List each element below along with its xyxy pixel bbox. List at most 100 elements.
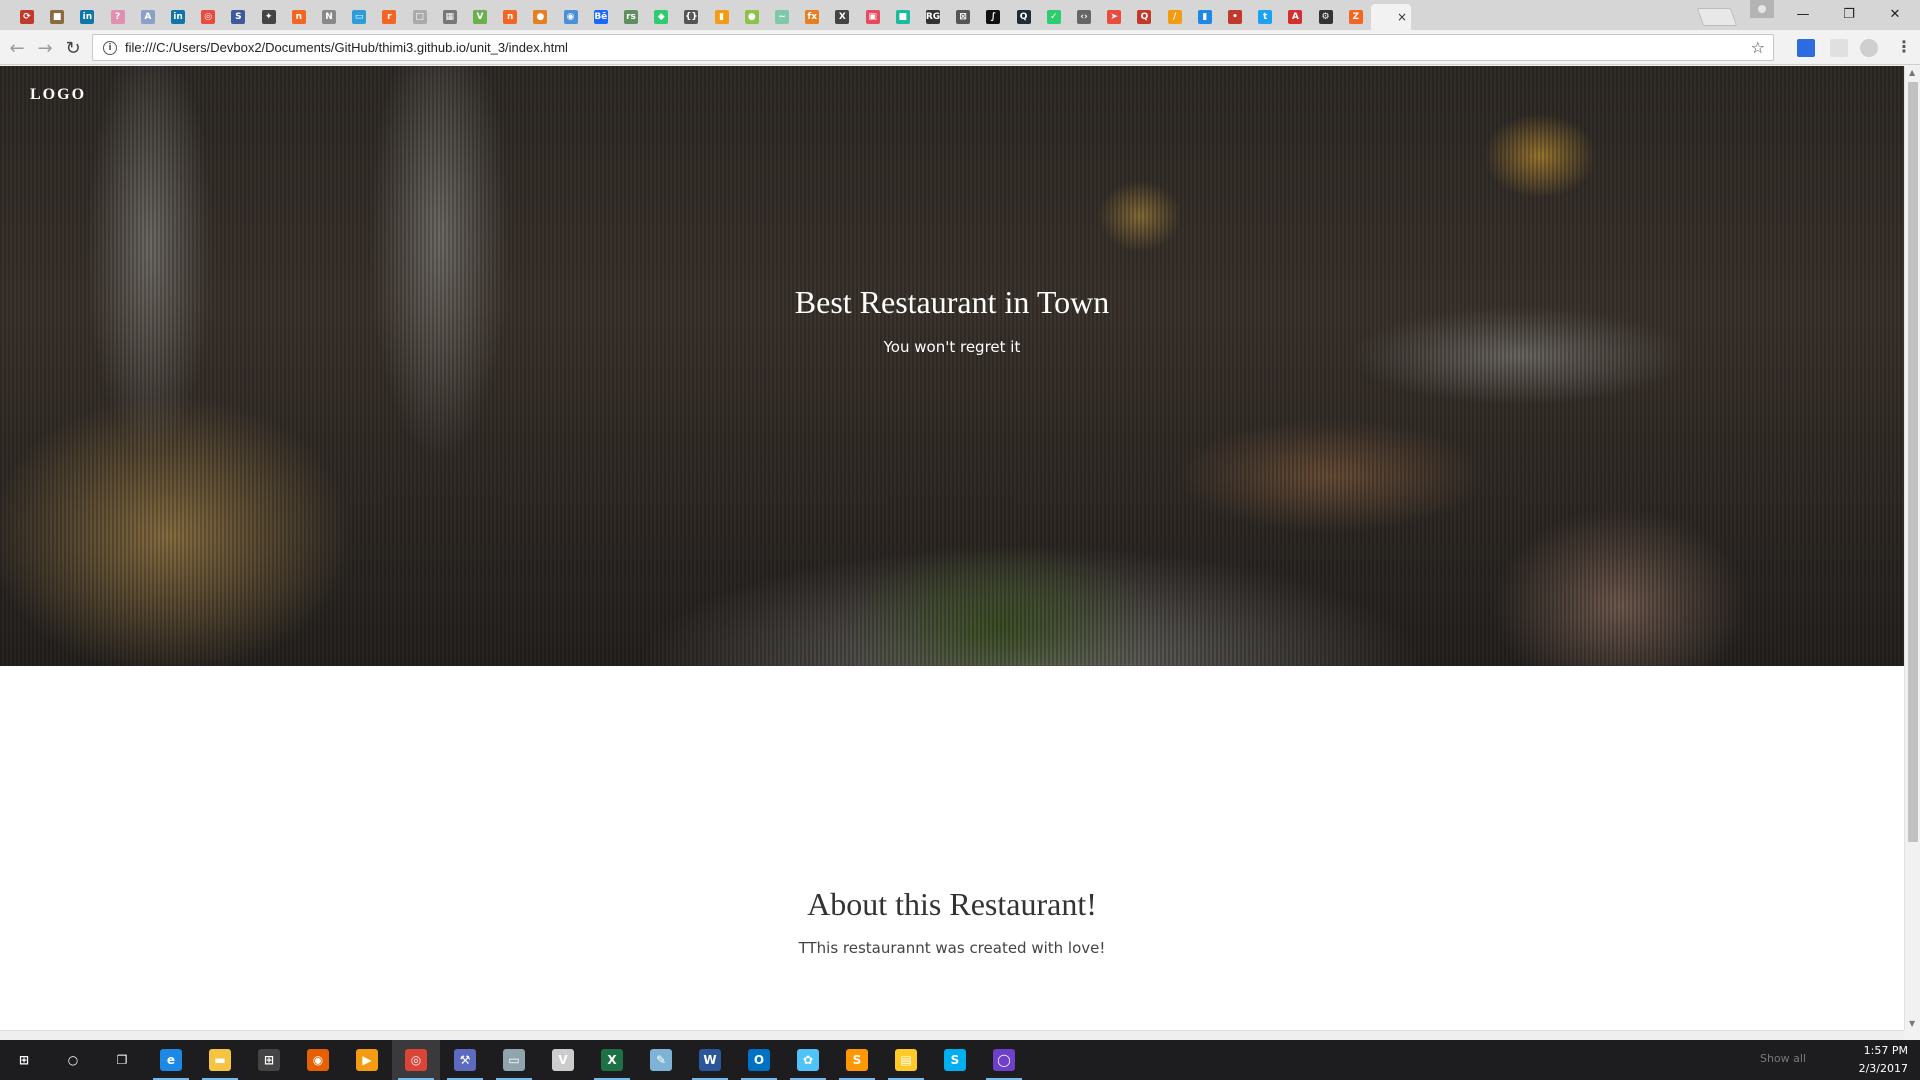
store-app[interactable]: ⊞ [245, 1040, 293, 1080]
about-section: About this Restaurant! TThis restaurannt… [0, 886, 1904, 957]
tab-favicon-2-icon: ■ [50, 10, 65, 24]
browser-tab[interactable]: ◎ [193, 4, 223, 30]
browser-tab[interactable]: r [374, 4, 404, 30]
browser-tab[interactable]: ● [525, 4, 555, 30]
tab-favicon-40-icon: ▮ [1197, 10, 1212, 24]
browser-tab[interactable]: n [284, 4, 314, 30]
browser-toolbar: ← → ↻ i file:///C:/Users/Devbox2/Documen… [0, 30, 1920, 65]
browser-tab[interactable]: Z [1341, 4, 1371, 30]
cortana-button[interactable]: ○ [49, 1040, 97, 1080]
browser-tab[interactable]: ◆ [646, 4, 676, 30]
browser-tab[interactable]: ‹› [1069, 4, 1099, 30]
extension-icon-3[interactable] [1860, 39, 1878, 57]
browser-tab[interactable]: A [133, 4, 163, 30]
browser-tab[interactable]: n [495, 4, 525, 30]
active-browser-tab[interactable]: × [1371, 4, 1411, 30]
browser-tab[interactable]: in [163, 4, 193, 30]
browser-tab[interactable]: ⟳ [12, 4, 42, 30]
word-app[interactable]: W [686, 1040, 734, 1080]
show-all-link[interactable]: Show all [1760, 1052, 1806, 1065]
media-app[interactable]: ▶ [343, 1040, 391, 1080]
close-window-button[interactable]: ✕ [1872, 0, 1918, 28]
browser-tab[interactable]: X [827, 4, 857, 30]
browser-tab[interactable]: ● [737, 4, 767, 30]
outlook-app[interactable]: O [735, 1040, 783, 1080]
browser-tab[interactable]: {} [676, 4, 706, 30]
browser-tab[interactable]: • [1220, 4, 1250, 30]
paint-app[interactable]: ✿ [784, 1040, 832, 1080]
browser-tab[interactable]: V [465, 4, 495, 30]
browser-tab[interactable]: Q [1129, 4, 1159, 30]
files-app[interactable]: ▤ [882, 1040, 930, 1080]
notes-app[interactable]: ✎ [637, 1040, 685, 1080]
forward-button[interactable]: → [32, 35, 58, 61]
browser-tab[interactable]: ■ [888, 4, 918, 30]
network-app[interactable]: ⚒ [441, 1040, 489, 1080]
bookmark-star-icon[interactable]: ☆ [1751, 38, 1765, 57]
browser-tab[interactable]: ⚙ [1311, 4, 1341, 30]
new-tab-button[interactable] [1696, 8, 1738, 26]
browser-tab[interactable]: ▭ [344, 4, 374, 30]
scroll-down-icon[interactable]: ▼ [1909, 1019, 1915, 1028]
word-app-icon: W [699, 1049, 721, 1071]
browser-tab[interactable]: ▦ [435, 4, 465, 30]
browser-tab[interactable]: S [223, 4, 253, 30]
site-info-icon[interactable]: i [103, 40, 117, 55]
task-view-button[interactable]: ❐ [98, 1040, 146, 1080]
browser-tab[interactable]: rs [616, 4, 646, 30]
edge-app[interactable]: e [147, 1040, 195, 1080]
browser-tab[interactable]: A [1280, 4, 1310, 30]
extension-icon-2[interactable] [1830, 39, 1848, 57]
file-explorer-app[interactable]: ▬ [196, 1040, 244, 1080]
browser-tab[interactable]: t [1250, 4, 1280, 30]
close-tab-icon[interactable]: × [1397, 10, 1407, 24]
browser-tab[interactable]: ▣ [858, 4, 888, 30]
browser-tab[interactable]: ➤ [1099, 4, 1129, 30]
reload-button[interactable]: ↻ [60, 35, 86, 61]
browser-tab[interactable]: ⊠ [948, 4, 978, 30]
browser-tab[interactable]: ◉ [556, 4, 586, 30]
horizontal-scrollbar[interactable] [0, 1030, 1904, 1040]
browser-tab[interactable]: Bē [586, 4, 616, 30]
scrollbar-thumb[interactable] [1908, 82, 1918, 842]
clock-date[interactable]: 2/3/2017 [1859, 1062, 1908, 1075]
browser-tab[interactable]: ▮ [1190, 4, 1220, 30]
back-button[interactable]: ← [4, 35, 30, 61]
skype-app[interactable]: S [931, 1040, 979, 1080]
restore-button[interactable]: ❐ [1826, 0, 1872, 28]
browser-tab[interactable]: ~ [767, 4, 797, 30]
excel-app[interactable]: X [588, 1040, 636, 1080]
clock-time[interactable]: 1:57 PM [1864, 1044, 1908, 1057]
address-bar[interactable]: i file:///C:/Users/Devbox2/Documents/Git… [92, 34, 1774, 61]
browser-tab[interactable]: fx [797, 4, 827, 30]
browser-tab[interactable]: ∕ [1160, 4, 1190, 30]
start-button[interactable]: ⊞ [0, 1040, 48, 1080]
browser-menu-icon[interactable]: ⋮ [1896, 37, 1912, 56]
tab-favicon-28-icon: X [835, 10, 850, 24]
github-app[interactable]: ◯ [980, 1040, 1028, 1080]
scroll-up-icon[interactable]: ▲ [1909, 68, 1915, 77]
chrome-app[interactable]: ◎ [392, 1040, 440, 1080]
firefox-app[interactable]: ◉ [294, 1040, 342, 1080]
vertical-scrollbar[interactable]: ▲ ▼ [1904, 66, 1920, 1030]
browser-tab[interactable]: ✓ [1039, 4, 1069, 30]
browser-tab[interactable]: ▮ [707, 4, 737, 30]
browser-tab[interactable]: ∫ [978, 4, 1008, 30]
browser-tab[interactable]: N [314, 4, 344, 30]
site-logo[interactable]: LOGO [30, 86, 86, 104]
browser-tab[interactable]: ■ [42, 4, 72, 30]
extension-icon-1[interactable] [1797, 39, 1815, 57]
profile-button[interactable] [1750, 0, 1774, 18]
browser-tab[interactable]: ? [103, 4, 133, 30]
browser-tab[interactable]: in [72, 4, 102, 30]
minimize-button[interactable]: — [1780, 0, 1826, 28]
firefox-app-icon: ◉ [307, 1049, 329, 1071]
sublime-app[interactable]: S [833, 1040, 881, 1080]
vivaldi-app[interactable]: V [539, 1040, 587, 1080]
browser-tab[interactable]: □ [405, 4, 435, 30]
browser-tab[interactable]: ✦ [254, 4, 284, 30]
monitor-app[interactable]: ▭ [490, 1040, 538, 1080]
browser-tab[interactable]: RG [918, 4, 948, 30]
url-text[interactable]: file:///C:/Users/Devbox2/Documents/GitHu… [125, 40, 1751, 55]
browser-tab[interactable]: Q [1009, 4, 1039, 30]
